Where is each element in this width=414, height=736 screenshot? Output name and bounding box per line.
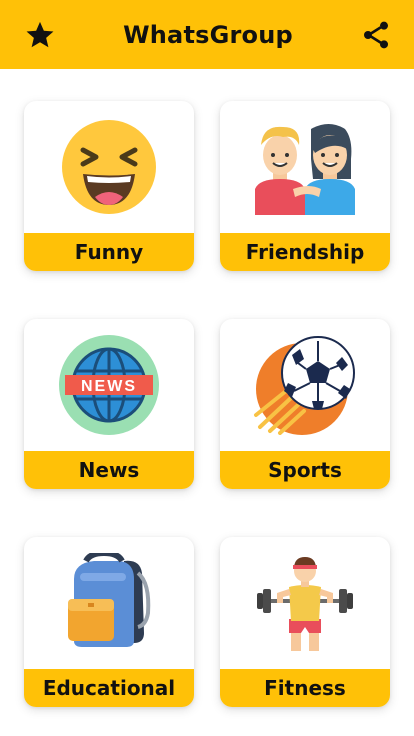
app-title: WhatsGroup bbox=[123, 20, 293, 49]
category-label: Sports bbox=[220, 451, 390, 489]
category-label: News bbox=[24, 451, 194, 489]
favorites-button[interactable] bbox=[22, 17, 58, 53]
news-globe-icon: NEWS bbox=[59, 335, 159, 435]
share-button[interactable] bbox=[358, 17, 394, 53]
category-label: Educational bbox=[24, 669, 194, 707]
category-label: Friendship bbox=[220, 233, 390, 271]
laughing-face-icon bbox=[62, 120, 156, 214]
share-icon bbox=[364, 21, 388, 48]
category-card-fitness[interactable]: Fitness bbox=[220, 537, 390, 707]
backpack-icon bbox=[68, 553, 151, 647]
category-card-educational[interactable]: Educational bbox=[24, 537, 194, 707]
star-icon bbox=[26, 21, 54, 47]
category-card-news[interactable]: NEWS News bbox=[24, 319, 194, 489]
category-card-friendship[interactable]: Friendship bbox=[220, 101, 390, 271]
svg-text:NEWS: NEWS bbox=[81, 378, 137, 395]
friends-icon bbox=[255, 124, 355, 215]
weightlifter-icon bbox=[257, 557, 353, 651]
category-label: Fitness bbox=[220, 669, 390, 707]
category-grid: Funny Friendship NEWS News Sports Educat… bbox=[0, 69, 414, 736]
category-card-sports[interactable]: Sports bbox=[220, 319, 390, 489]
category-label: Funny bbox=[24, 233, 194, 271]
category-card-funny[interactable]: Funny bbox=[24, 101, 194, 271]
app-bar: WhatsGroup bbox=[0, 0, 414, 69]
soccer-ball-icon bbox=[254, 336, 355, 435]
